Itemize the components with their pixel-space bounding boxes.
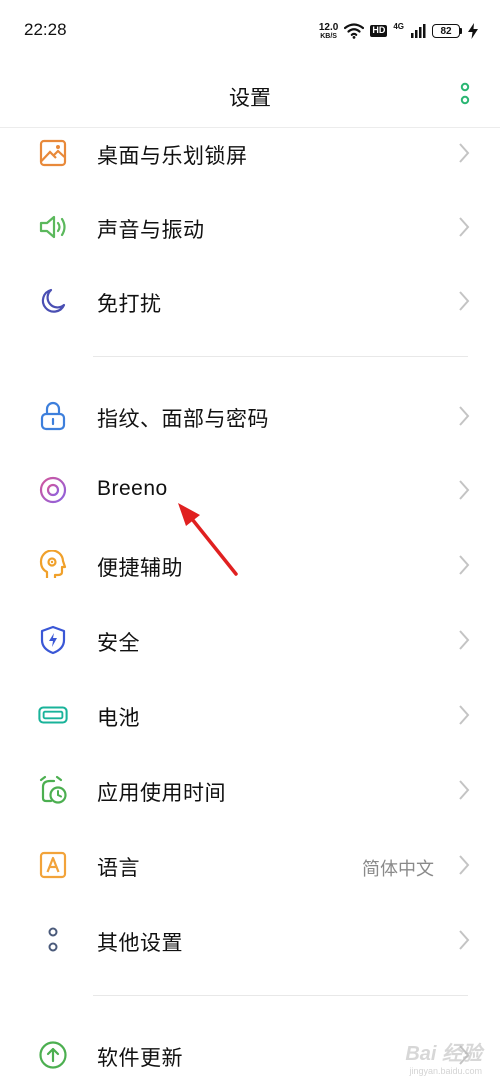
settings-item-breeno[interactable]: Breeno bbox=[0, 451, 500, 525]
settings-item-label: 软件更新 bbox=[97, 1047, 183, 1070]
settings-item-label: 指纹、面部与密码 bbox=[97, 408, 269, 431]
wifi-icon bbox=[344, 23, 365, 39]
status-icons: 12.0 KB/S HD 4G 82 bbox=[319, 20, 478, 42]
section-divider bbox=[93, 356, 468, 357]
battery-indicator: 82 bbox=[432, 24, 462, 38]
signal-icon bbox=[411, 24, 426, 38]
watermark-url: jingyan.baidu.com bbox=[409, 1066, 482, 1076]
settings-item-battery[interactable]: 电池 bbox=[0, 676, 500, 750]
chevron-right-icon bbox=[459, 291, 470, 311]
network-speed-unit: KB/S bbox=[320, 32, 337, 40]
settings-item-language[interactable]: 语言 简体中文 bbox=[0, 826, 500, 900]
alarm-clock-icon bbox=[38, 775, 68, 805]
more-settings-icon bbox=[38, 925, 68, 955]
settings-item-label: 安全 bbox=[97, 632, 140, 655]
chevron-right-icon bbox=[459, 630, 470, 650]
chevron-right-icon bbox=[459, 780, 470, 800]
settings-item-label: 电池 bbox=[97, 707, 140, 730]
language-current-value: 简体中文 bbox=[362, 859, 434, 879]
battery-icon bbox=[38, 700, 68, 730]
battery-level: 82 bbox=[440, 25, 452, 37]
status-time: 22:28 bbox=[24, 20, 67, 39]
lock-icon bbox=[38, 401, 68, 431]
chevron-right-icon bbox=[459, 855, 470, 875]
settings-item-label: Breeno bbox=[97, 477, 168, 500]
settings-item-label: 应用使用时间 bbox=[97, 782, 226, 805]
status-bar: 22:28 12.0 KB/S HD 4G 82 bbox=[0, 0, 500, 60]
watermark-logo: Bai 经验 bbox=[405, 1043, 482, 1065]
wallpaper-icon bbox=[38, 138, 68, 168]
settings-item-label: 语言 bbox=[97, 857, 140, 880]
settings-item-accessibility[interactable]: 便捷辅助 bbox=[0, 526, 500, 600]
settings-item-fingerprint-face-password[interactable]: 指纹、面部与密码 bbox=[0, 377, 500, 451]
settings-item-label: 声音与振动 bbox=[97, 219, 205, 242]
chevron-right-icon bbox=[459, 406, 470, 426]
chevron-right-icon bbox=[459, 555, 470, 575]
more-options-icon[interactable] bbox=[458, 82, 472, 106]
settings-item-label: 免打扰 bbox=[97, 293, 162, 316]
watermark: Bai 经验 jingyan.baidu.com bbox=[405, 1037, 482, 1076]
chevron-right-icon bbox=[459, 480, 470, 500]
network-speed-value: 12.0 bbox=[318, 21, 339, 33]
speaker-icon bbox=[38, 212, 68, 242]
settings-item-security[interactable]: 安全 bbox=[0, 601, 500, 675]
update-icon bbox=[38, 1040, 68, 1070]
network-speed: 12.0 KB/S bbox=[318, 21, 339, 40]
chevron-right-icon bbox=[459, 217, 470, 237]
settings-item-app-usage-time[interactable]: 应用使用时间 bbox=[0, 751, 500, 825]
hd-badge: HD bbox=[370, 25, 388, 37]
language-icon bbox=[38, 850, 68, 880]
settings-item-other-settings[interactable]: 其他设置 bbox=[0, 901, 500, 975]
network-type: 4G bbox=[393, 21, 404, 31]
chevron-right-icon bbox=[459, 930, 470, 950]
head-gear-icon bbox=[38, 550, 68, 580]
settings-item-sound-vibration[interactable]: 声音与振动 bbox=[0, 188, 500, 262]
charging-bolt-icon bbox=[468, 23, 478, 39]
chevron-right-icon bbox=[459, 143, 470, 163]
section-divider bbox=[93, 995, 468, 996]
shield-icon bbox=[38, 625, 68, 655]
moon-icon bbox=[38, 286, 68, 316]
settings-item-wallpaper-lockscreen[interactable]: 桌面与乐划锁屏 bbox=[0, 114, 500, 188]
breeno-icon bbox=[38, 475, 68, 505]
page-title: 设置 bbox=[229, 87, 271, 110]
settings-item-do-not-disturb[interactable]: 免打扰 bbox=[0, 262, 500, 336]
settings-item-label: 桌面与乐划锁屏 bbox=[97, 145, 248, 168]
chevron-right-icon bbox=[459, 705, 470, 725]
settings-item-label: 其他设置 bbox=[97, 932, 183, 955]
settings-item-label: 便捷辅助 bbox=[97, 557, 183, 580]
